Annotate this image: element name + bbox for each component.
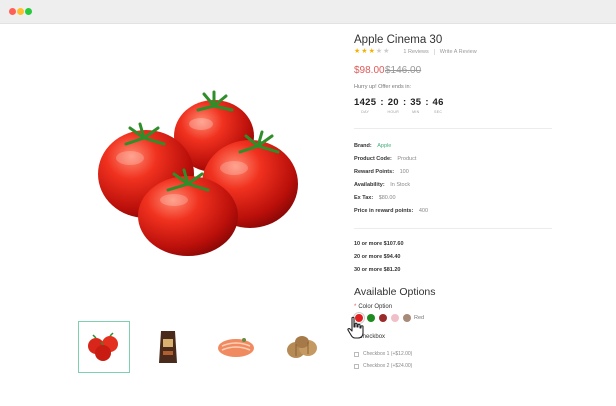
walnuts-thumbnail-image	[287, 336, 317, 358]
tomatoes-thumbnail-image	[88, 332, 118, 361]
checkbox-1-input[interactable]	[354, 351, 359, 357]
countdown-days-label: DAY	[361, 110, 370, 114]
countdown-minutes: 35 MIN	[410, 97, 421, 114]
brand-link[interactable]: Apple	[377, 143, 391, 149]
spec-label: Brand:	[354, 143, 372, 149]
discount-tier: 30 or more $81.20	[354, 267, 401, 273]
spec-label: Availability:	[354, 182, 385, 188]
thumbnail-walnuts[interactable]	[276, 321, 328, 373]
countdown-hours-value: 20	[387, 97, 399, 108]
checkbox-2-input[interactable]	[354, 363, 359, 369]
selected-color-label: Red	[414, 315, 425, 321]
checkbox-option-2[interactable]: Checkbox 2 (+$24.00)	[354, 363, 412, 369]
hand-pointer-icon	[347, 316, 364, 339]
spec-label: Price in reward points:	[354, 208, 414, 214]
spec-availability: Availability: In Stock	[354, 182, 410, 188]
countdown-days-value: 1425	[354, 97, 377, 108]
star-icon: ★	[383, 48, 390, 55]
checkbox-1-label: Checkbox 1 (+$12.00)	[363, 351, 413, 357]
checkbox-2-label: Checkbox 2 (+$24.00)	[363, 363, 413, 369]
available-options-heading: Available Options	[354, 286, 436, 298]
close-window-dot-icon[interactable]	[9, 8, 16, 15]
price-old: $146.00	[385, 65, 422, 76]
color-option-text: Color Option	[358, 304, 393, 310]
countdown-days: 1425 DAY	[354, 97, 376, 114]
required-mark: *	[354, 304, 357, 310]
spec-reward-points: Reward Points: 100	[354, 169, 409, 175]
countdown-minutes-label: MIN	[412, 110, 420, 114]
countdown-seconds-value: 46	[432, 97, 444, 108]
section-divider	[354, 228, 552, 229]
spec-label: Reward Points:	[354, 169, 395, 175]
countdown-separator: :	[380, 97, 384, 108]
spec-value: In Stock	[390, 182, 411, 188]
spec-label: Product Code:	[354, 156, 392, 162]
star-icon: ★	[361, 48, 368, 55]
thumbnail-salmon-steak[interactable]	[210, 321, 262, 373]
checkbox-option-1[interactable]: Checkbox 1 (+$12.00)	[354, 351, 412, 357]
spec-brand: Brand: Apple	[354, 143, 391, 149]
rating-divider	[433, 49, 435, 55]
countdown-timer: 1425 DAY : 20 HOUR : 35 MIN : 46 SEC	[354, 97, 444, 114]
discount-tier: 20 or more $94.40	[354, 254, 401, 260]
spec-reward-price: Price in reward points: 400	[354, 208, 428, 214]
countdown-minutes-value: 35	[410, 97, 422, 108]
spec-value: $80.00	[378, 195, 396, 201]
countdown-hours: 20 HOUR	[388, 97, 400, 114]
thumbnail-tomatoes[interactable]	[78, 321, 130, 373]
coffee-bag-thumbnail-image	[159, 331, 177, 363]
window-titlebar	[0, 0, 616, 24]
countdown-separator: :	[425, 97, 429, 108]
countdown-seconds: 46 SEC	[433, 97, 444, 114]
color-option-label: * Color Option	[354, 304, 392, 310]
rating-row: ★ ★ ★ ★ ★ 1 Reviews Write A Review	[354, 48, 477, 56]
spec-value: 100	[399, 169, 409, 175]
reviews-link[interactable]: 1 Reviews	[403, 49, 428, 55]
spec-value: 400	[418, 208, 429, 214]
salmon-steak-thumbnail-image	[218, 338, 254, 357]
color-swatch-pink[interactable]	[391, 314, 399, 322]
browser-window: Apple Cinema 30 ★ ★ ★ ★ ★ 1 Reviews Writ…	[0, 0, 616, 406]
star-icon: ★	[375, 48, 383, 55]
countdown-seconds-label: SEC	[434, 110, 443, 114]
offer-countdown-prompt: Hurry up! Offer ends in:	[354, 84, 412, 90]
price-new: $98.00	[354, 65, 385, 76]
spec-product-code: Product Code: Product	[354, 156, 416, 162]
main-product-image[interactable]	[86, 88, 322, 260]
countdown-hours-label: HOUR	[387, 110, 400, 114]
spec-value: Product	[397, 156, 417, 162]
star-icon: ★	[354, 48, 361, 55]
spec-label: Ex Tax:	[354, 195, 374, 201]
write-review-link[interactable]: Write A Review	[440, 49, 477, 55]
minimize-window-dot-icon[interactable]	[17, 8, 24, 15]
product-title: Apple Cinema 30	[354, 34, 443, 46]
star-icon: ★	[368, 48, 375, 55]
spec-ex-tax: Ex Tax: $80.00	[354, 195, 396, 201]
color-swatch-brown[interactable]	[379, 314, 387, 322]
discount-tier: 10 or more $107.60	[354, 241, 404, 247]
maximize-window-dot-icon[interactable]	[25, 8, 32, 15]
countdown-separator: :	[403, 97, 407, 108]
section-divider	[354, 128, 552, 129]
color-swatch-tan[interactable]	[403, 314, 411, 322]
color-swatch-green[interactable]	[367, 314, 375, 322]
thumbnail-coffee-bag[interactable]	[142, 321, 194, 373]
